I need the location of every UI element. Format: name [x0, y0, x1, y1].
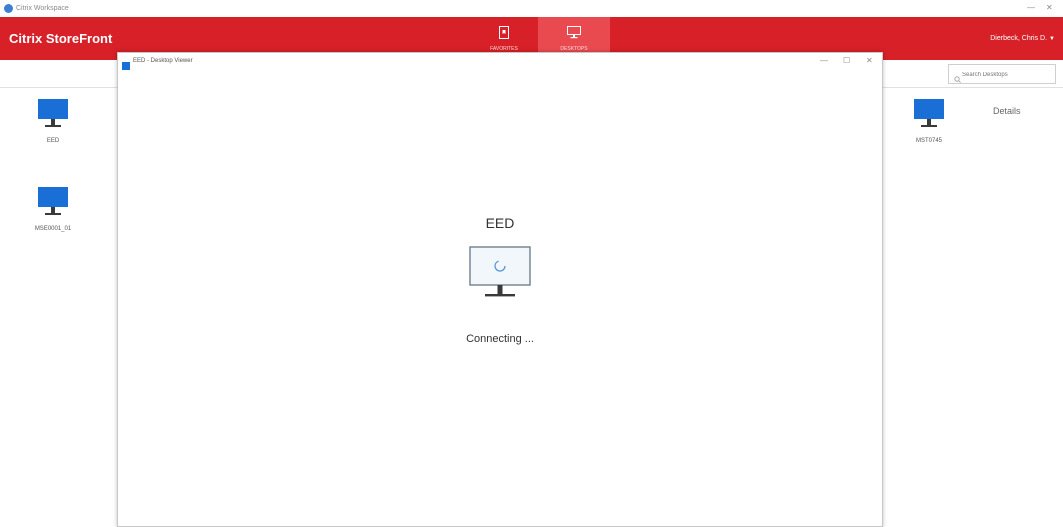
desktop-tile-mse0001[interactable]: MSE0001_01 [23, 185, 83, 232]
desktop-viewer-window: EED - Desktop Viewer — ☐ ✕ EED Connectin… [117, 52, 883, 527]
viewer-titlebar[interactable]: EED - Desktop Viewer — ☐ ✕ [118, 53, 882, 70]
connecting-monitor-icon [468, 245, 532, 306]
os-minimize-button[interactable]: — [1027, 3, 1035, 13]
desktop-name: MST0745 [915, 138, 942, 144]
viewer-body: EED Connecting ... [118, 69, 882, 526]
viewer-close-button[interactable]: ✕ [866, 56, 873, 66]
search-box[interactable] [948, 64, 1056, 84]
desktop-name: MSE0001_01 [34, 226, 72, 232]
chevron-down-icon: ▼ [1049, 36, 1055, 42]
citrix-logo-icon [4, 4, 13, 13]
app-root: Citrix Workspace — ✕ Citrix StoreFront F… [0, 0, 1063, 527]
bookmark-icon [498, 26, 510, 44]
details-link[interactable]: Details [993, 106, 1021, 116]
os-window-title: Citrix Workspace [16, 5, 69, 12]
desktop-tile-eed[interactable]: EED [23, 97, 83, 144]
brand-title: Citrix StoreFront [9, 31, 113, 46]
viewer-title: EED - Desktop Viewer [133, 58, 193, 64]
user-menu[interactable]: Dierbeck, Chris D. ▼ [990, 17, 1055, 60]
viewer-maximize-button[interactable]: ☐ [843, 56, 850, 66]
desktop-name: EED [46, 138, 60, 144]
desktop-tile-mst0745[interactable]: MST0745 [899, 97, 959, 144]
os-close-button[interactable]: ✕ [1046, 3, 1053, 13]
monitor-icon [567, 26, 581, 44]
search-icon [954, 70, 961, 88]
search-input[interactable] [962, 67, 1052, 82]
monitor-icon [899, 97, 959, 134]
connecting-desktop-name: EED [485, 215, 515, 231]
monitor-icon [23, 185, 83, 222]
os-titlebar: Citrix Workspace — ✕ [0, 0, 1063, 17]
connection-status: Connecting ... [466, 333, 534, 345]
user-name: Dierbeck, Chris D. [990, 35, 1048, 42]
monitor-icon [23, 97, 83, 134]
viewer-minimize-button[interactable]: — [820, 56, 828, 66]
